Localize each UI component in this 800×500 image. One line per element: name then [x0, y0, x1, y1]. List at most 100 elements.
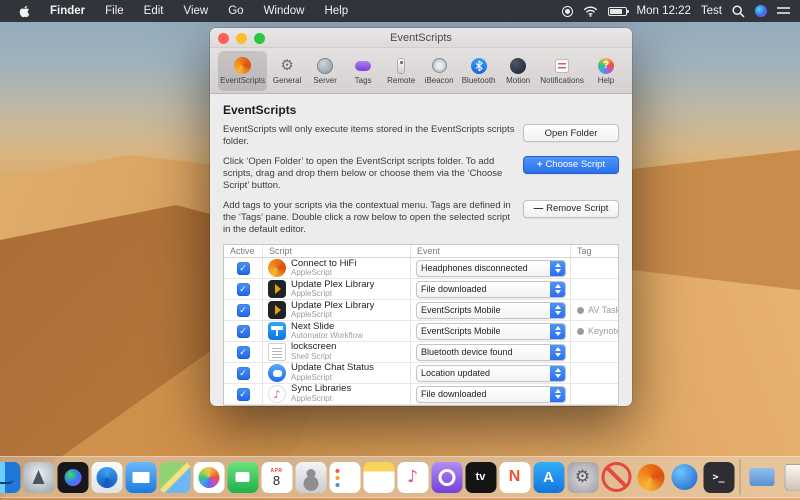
active-checkbox[interactable] [237, 283, 250, 296]
menu-item-help[interactable]: Help [315, 0, 357, 22]
column-header-script[interactable]: Script [262, 245, 410, 257]
dock-icon-finder[interactable] [0, 462, 20, 493]
scripts-table: Active Script Event Tag Connect to HiFi … [223, 244, 619, 406]
toolbar-label: Tags [355, 76, 372, 85]
active-checkbox[interactable] [237, 304, 250, 317]
table-row[interactable]: Connect to HiFi AppleScript Headphones d… [224, 258, 618, 279]
column-header-event[interactable]: Event [410, 245, 570, 257]
dock-icon-tv[interactable] [465, 462, 496, 493]
dock-icon-calendar[interactable]: APR 8 [261, 462, 292, 493]
minimize-button[interactable] [236, 33, 247, 44]
pane-heading: EventScripts [223, 103, 619, 117]
dock-icon-maps[interactable] [159, 462, 190, 493]
dock-icon-itunes[interactable] [397, 462, 428, 493]
toolbar-item-notifications[interactable]: Notifications [538, 51, 586, 91]
column-header-tag[interactable]: Tag [570, 245, 618, 257]
event-dropdown[interactable]: Location updated [416, 365, 566, 382]
active-checkbox[interactable] [237, 346, 250, 359]
toolbar-item-ibeacon[interactable]: iBeacon [421, 51, 457, 91]
table-row[interactable]: lockscreen Shell Script Bluetooth device… [224, 342, 618, 363]
event-dropdown[interactable]: Headphones disconnected [416, 260, 566, 277]
toolbar-item-motion[interactable]: Motion [500, 51, 536, 91]
dock-icon-siri[interactable] [57, 462, 88, 493]
toolbar-item-general[interactable]: ⚙ General [269, 51, 305, 91]
active-checkbox[interactable] [237, 367, 250, 380]
table-row[interactable]: Update Chat Status AppleScript Location … [224, 363, 618, 384]
table-row[interactable]: Sync Libraries AppleScript File download… [224, 384, 618, 405]
desktop: Finder File Edit View Go Window Help Mon… [0, 0, 800, 500]
menu-item-go[interactable]: Go [219, 0, 252, 22]
toolbar-item-eventscripts[interactable]: EventScripts [218, 51, 267, 91]
menu-item-file[interactable]: File [96, 0, 133, 22]
table-row[interactable]: Next Slide Automator Workflow EventScrip… [224, 321, 618, 342]
event-dropdown[interactable]: File downloaded [416, 386, 566, 403]
dock-icon-terminal[interactable] [703, 462, 734, 493]
window-title-bar[interactable]: EventScripts [210, 28, 632, 48]
dock-icon-news[interactable] [499, 462, 530, 493]
dock-icon-contacts[interactable] [295, 462, 326, 493]
event-dropdown[interactable]: EventScripts Mobile [416, 302, 566, 319]
screen-record-icon[interactable] [562, 6, 573, 17]
dock-icon-notes[interactable] [363, 462, 394, 493]
battery-icon[interactable] [608, 7, 627, 16]
table-row[interactable]: Update Plex Library AppleScript EventScr… [224, 300, 618, 321]
event-dropdown[interactable]: EventScripts Mobile [416, 323, 566, 340]
menu-item-window[interactable]: Window [255, 0, 314, 22]
event-dropdown[interactable]: Bluetooth device found [416, 344, 566, 361]
choose-script-button[interactable]: + Choose Script [523, 156, 619, 174]
dock-icon-trash[interactable] [780, 462, 800, 493]
toolbar-item-server[interactable]: Server [307, 51, 343, 91]
active-checkbox[interactable] [237, 388, 250, 401]
dock-icon-do-not-disturb[interactable] [601, 462, 632, 493]
dock-icon-photos[interactable] [193, 462, 224, 493]
tags-icon [355, 61, 371, 71]
column-header-active[interactable]: Active [224, 246, 262, 256]
menu-bar: Finder File Edit View Go Window Help Mon… [0, 0, 800, 22]
zoom-button[interactable] [254, 33, 265, 44]
siri-icon[interactable] [755, 5, 767, 17]
eventscripts-icon [234, 57, 251, 74]
dock-icon-facetime[interactable] [227, 462, 258, 493]
menu-bar-user[interactable]: Test [701, 5, 722, 17]
open-folder-button[interactable]: Open Folder [523, 124, 619, 142]
script-subtitle: AppleScript [291, 395, 351, 404]
menu-item-edit[interactable]: Edit [135, 0, 173, 22]
close-button[interactable] [218, 33, 229, 44]
dock-icon-shortcuts[interactable] [669, 462, 700, 493]
dock-icon-safari[interactable] [91, 462, 122, 493]
menu-item-view[interactable]: View [175, 0, 218, 22]
menu-item-finder[interactable]: Finder [41, 0, 94, 22]
dock-icon-downloads[interactable] [746, 462, 777, 493]
notifications-icon [555, 59, 569, 73]
gear-icon: ⚙ [280, 58, 293, 73]
toolbar-item-remote[interactable]: Remote [383, 51, 419, 91]
menu-bar-clock[interactable]: Mon 12:22 [637, 5, 691, 17]
event-dropdown[interactable]: File downloaded [416, 281, 566, 298]
dock-icon-podcasts[interactable] [431, 462, 462, 493]
table-row[interactable]: Update Plex Library AppleScript File dow… [224, 279, 618, 300]
active-checkbox[interactable] [237, 325, 250, 338]
tag-label: Keynote Tasks [588, 326, 619, 336]
dock-icon-system-preferences[interactable] [567, 462, 598, 493]
script-subtitle: AppleScript [291, 311, 374, 320]
choose-script-label: Choose Script [545, 159, 605, 170]
toolbar-label: iBeacon [425, 76, 454, 85]
toolbar-item-tags[interactable]: Tags [345, 51, 381, 91]
preferences-content: EventScripts EventScripts will only exec… [210, 94, 632, 406]
keynote-icon [268, 322, 286, 340]
dock-icon-app-store[interactable] [533, 462, 564, 493]
dock-icon-launchpad[interactable] [23, 462, 54, 493]
apple-menu[interactable] [10, 5, 39, 18]
dock-icon-mail[interactable] [125, 462, 156, 493]
tag-label: AV Tasks [588, 305, 619, 315]
toolbar-item-help[interactable]: ? Help [588, 51, 624, 91]
dock-icon-reminders[interactable] [329, 462, 360, 493]
spotlight-icon[interactable] [732, 5, 745, 18]
toolbar-item-bluetooth[interactable]: Bluetooth [459, 51, 498, 91]
notification-center-icon[interactable] [777, 6, 790, 16]
tags-help-text: Add tags to your scripts via the context… [223, 200, 515, 237]
active-checkbox[interactable] [237, 262, 250, 275]
dock-icon-eventscripts[interactable] [635, 462, 666, 493]
wifi-icon[interactable] [583, 6, 598, 17]
remove-script-button[interactable]: — Remove Script [523, 200, 619, 218]
